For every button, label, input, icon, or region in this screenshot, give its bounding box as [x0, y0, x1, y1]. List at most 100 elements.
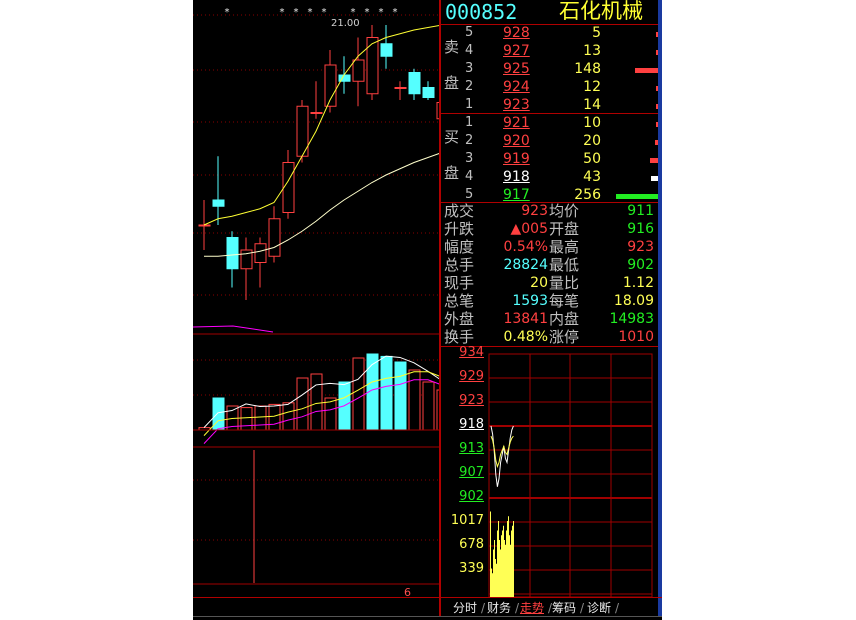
star-marker: * [393, 7, 398, 18]
order-volume: 13 [583, 43, 601, 59]
tab-intraday[interactable]: 分时 [451, 600, 479, 616]
bottom-strip [193, 616, 662, 620]
order-volume: 43 [583, 169, 601, 185]
intraday-volume-tick: 339 [459, 561, 484, 576]
stat-value: 0.54% [503, 239, 548, 255]
intraday-volume-bar [493, 549, 494, 597]
right-edge [658, 0, 662, 620]
order-price[interactable]: 927 [503, 44, 530, 58]
candle-body [268, 218, 281, 257]
intraday-volume-bar [492, 573, 493, 597]
star-marker: * [322, 7, 327, 18]
intraday-volume-bar [499, 540, 500, 597]
order-price[interactable]: 920 [503, 134, 530, 148]
stat-label: 外盘 [444, 310, 475, 328]
stat-value: 28824 [503, 257, 548, 273]
order-level: 1 [465, 97, 474, 112]
stat-label: 总笔 [444, 292, 475, 310]
candle-body [422, 87, 435, 98]
intraday-volume-bar [508, 516, 509, 597]
order-volume: 10 [583, 115, 601, 131]
volume-bar [296, 377, 309, 431]
intraday-volume-bar [497, 530, 498, 597]
ma-line-long [204, 152, 440, 257]
intraday-volume-bar [491, 568, 492, 597]
intraday-volume-bar [495, 559, 496, 597]
intraday-volume-tick: 678 [459, 537, 484, 552]
order-volume: 12 [583, 79, 601, 95]
stock-terminal: * * * * * * * * * 21.00 6 000852 石化机械 卖 盘 买 盘 59… [193, 0, 662, 620]
star-marker: * [351, 7, 356, 18]
stat-label: 开盘 [549, 220, 580, 238]
kline-chart[interactable]: * * * * * * * * * [193, 0, 440, 600]
indicator-line [193, 325, 274, 333]
stat-label: 最低 [549, 256, 580, 274]
sell-label-bottom: 盘 [444, 74, 460, 92]
stat-label: 均价 [549, 202, 580, 220]
stat-value: 916 [627, 221, 654, 237]
order-price[interactable]: 925 [503, 62, 530, 76]
candle-body [408, 72, 421, 95]
order-level: 3 [465, 151, 474, 166]
candle-body [394, 87, 407, 89]
intraday-volume-bar [494, 540, 495, 597]
volume-bar [310, 373, 323, 431]
order-volume: 5 [592, 25, 601, 41]
candle-body [212, 199, 225, 207]
stat-label: 成交 [444, 202, 475, 220]
quote-panel: 000852 石化机械 卖 盘 买 盘 5 928 5 4 927 13 3 925 148 2 9… [441, 0, 658, 600]
star-marker: * [225, 7, 230, 18]
intraday-volume-bar [513, 521, 514, 597]
order-depth-bar [656, 86, 658, 91]
star-marker: * [308, 7, 313, 18]
stat-label: 最高 [549, 238, 580, 256]
stat-value: 14983 [609, 311, 654, 327]
candle-body [352, 59, 365, 82]
stat-value: 902 [627, 257, 654, 273]
order-depth-bar [655, 140, 658, 145]
order-volume: 50 [583, 151, 601, 167]
tab-trend[interactable]: 走势 [518, 600, 546, 616]
intraday-volume-bar [510, 544, 511, 597]
candle-body [310, 112, 323, 114]
intraday-volume-bar [509, 535, 510, 597]
intraday-volume-bar [501, 535, 502, 597]
stat-value: 1593 [512, 293, 548, 309]
order-price[interactable]: 917 [503, 188, 530, 202]
order-price[interactable]: 924 [503, 80, 530, 94]
order-price[interactable]: 928 [503, 26, 530, 40]
candle-body [282, 162, 295, 213]
intraday-price-tick: 934 [459, 345, 484, 360]
header-divider [441, 24, 658, 25]
stat-label: 换手 [444, 328, 475, 346]
intraday-volume-bar [498, 521, 499, 597]
intraday-price-tick: 929 [459, 369, 484, 384]
stock-code[interactable]: 000852 [445, 2, 517, 22]
order-depth-bar [656, 32, 658, 37]
order-level: 2 [465, 133, 474, 148]
volume-bar [422, 381, 435, 431]
intraday-price-tick: 907 [459, 465, 484, 480]
order-level: 1 [465, 115, 474, 130]
order-price[interactable]: 919 [503, 152, 530, 166]
tab-finance[interactable]: 财务 [485, 600, 513, 616]
tab-diagnosis[interactable]: 诊断 [585, 600, 613, 616]
kline-panel[interactable]: * * * * * * * * * 21.00 6 [193, 0, 440, 600]
order-price[interactable]: 918 [503, 170, 530, 184]
stat-value: 13841 [503, 311, 548, 327]
volume-bar [408, 369, 421, 431]
candle-body [226, 237, 239, 270]
order-level: 3 [465, 61, 474, 76]
order-volume: 148 [574, 61, 601, 77]
order-price[interactable]: 921 [503, 116, 530, 130]
stat-value: ▲005 [510, 221, 549, 237]
order-depth-bar [656, 50, 658, 55]
order-price[interactable]: 923 [503, 98, 530, 112]
volume-bar [394, 361, 407, 431]
order-level: 2 [465, 79, 474, 94]
stock-name[interactable]: 石化机械 [559, 1, 643, 22]
candle-body [254, 243, 267, 263]
tab-chips[interactable]: 筹码 [550, 600, 578, 616]
volume-bar [352, 357, 365, 431]
stat-label: 每笔 [549, 292, 580, 310]
